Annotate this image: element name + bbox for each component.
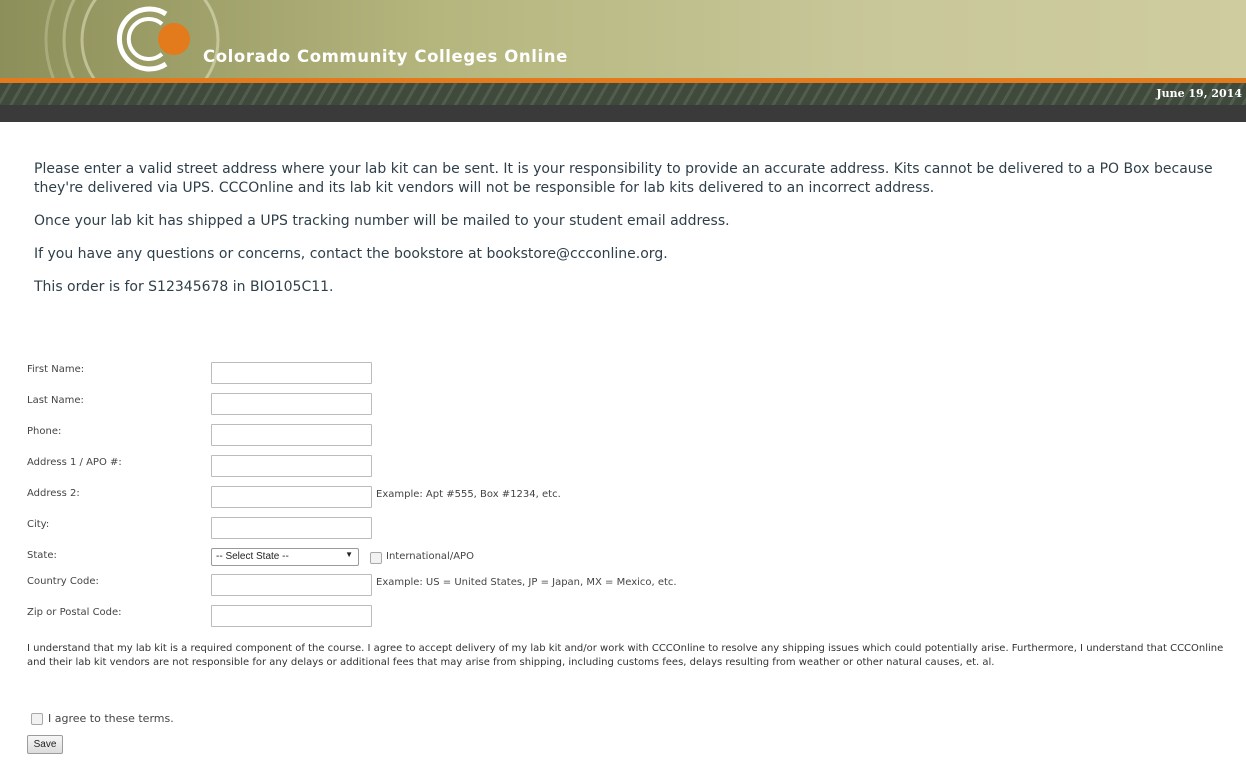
phone-input[interactable] [211, 424, 372, 446]
save-button[interactable]: Save [27, 735, 63, 754]
international-apo-label: International/APO [386, 551, 474, 562]
logo-text: Colorado Community Colleges Online [203, 47, 568, 66]
address2-hint: Example: Apt #555, Box #1234, etc. [376, 489, 561, 500]
city-label: City: [27, 519, 50, 530]
country-code-hint: Example: US = United States, JP = Japan,… [376, 577, 677, 588]
zip-label: Zip or Postal Code: [27, 607, 122, 618]
phone-row: Phone: [27, 424, 1237, 455]
dropdown-arrow-icon: ▼ [345, 550, 353, 559]
logo-icon [116, 6, 190, 72]
intro-paragraph-order: This order is for S12345678 in BIO105C11… [34, 279, 334, 295]
address1-row: Address 1 / APO #: [27, 455, 1237, 486]
country-code-input[interactable] [211, 574, 372, 596]
state-row: State: -- Select State -- ▼ Internationa… [27, 548, 1237, 574]
first-name-input[interactable] [211, 362, 372, 384]
current-date: June 19, 2014 [1156, 87, 1242, 100]
address1-label: Address 1 / APO #: [27, 457, 122, 468]
last-name-input[interactable] [211, 393, 372, 415]
zip-row: Zip or Postal Code: [27, 605, 1237, 636]
state-select-value: -- Select State -- [216, 551, 289, 562]
address1-input[interactable] [211, 455, 372, 477]
last-name-row: Last Name: [27, 393, 1237, 424]
first-name-label: First Name: [27, 364, 85, 375]
address2-input[interactable] [211, 486, 372, 508]
address2-label: Address 2: [27, 488, 80, 499]
agree-terms-label: I agree to these terms. [48, 712, 174, 725]
intro-paragraph-address: Please enter a valid street address wher… [34, 161, 1213, 196]
intro-paragraph-tracking: Once your lab kit has shipped a UPS trac… [34, 213, 730, 229]
date-bar: June 19, 2014 [0, 83, 1246, 105]
agree-terms-checkbox[interactable] [31, 713, 43, 725]
city-row: City: [27, 517, 1237, 548]
first-name-row: First Name: [27, 362, 1237, 393]
dark-divider-bar [0, 105, 1246, 122]
country-code-row: Country Code: Example: US = United State… [27, 574, 1237, 605]
address2-row: Address 2: Example: Apt #555, Box #1234,… [27, 486, 1237, 517]
page: Colorado Community Colleges Online June … [0, 0, 1246, 769]
header-banner: Colorado Community Colleges Online [0, 0, 1246, 78]
state-label: State: [27, 550, 57, 561]
phone-label: Phone: [27, 426, 62, 437]
country-code-label: Country Code: [27, 576, 99, 587]
intro-section: Please enter a valid street address wher… [34, 160, 1242, 311]
intro-paragraph-contact: If you have any questions or concerns, c… [34, 246, 668, 262]
zip-input[interactable] [211, 605, 372, 627]
state-select[interactable]: -- Select State -- ▼ [211, 548, 359, 566]
terms-text: I understand that my lab kit is a requir… [27, 643, 1224, 668]
shipping-form: First Name: Last Name: Phone: Address 1 … [27, 362, 1237, 636]
international-apo-checkbox[interactable] [370, 552, 382, 564]
last-name-label: Last Name: [27, 395, 84, 406]
city-input[interactable] [211, 517, 372, 539]
